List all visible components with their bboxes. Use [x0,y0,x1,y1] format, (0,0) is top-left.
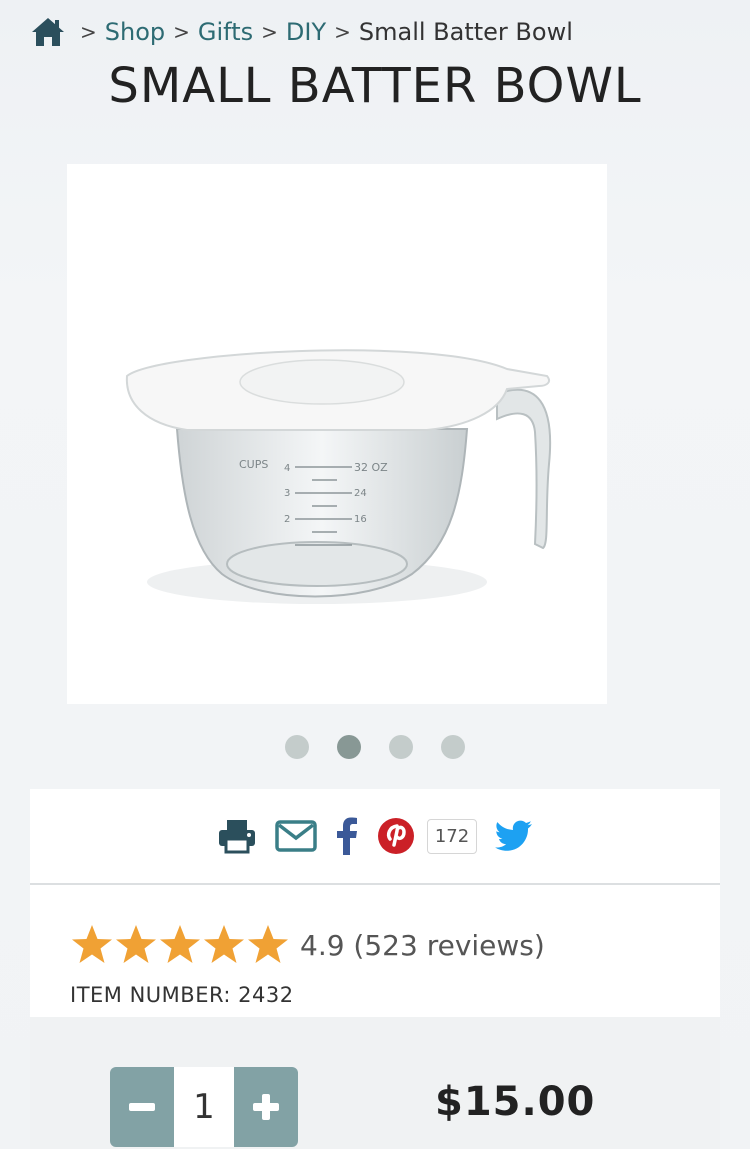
purchase-area: $15.00 [30,1017,720,1149]
carousel-dot[interactable] [285,735,309,759]
breadcrumb-separator: > [173,20,190,44]
oz-mark-24: 24 [354,488,367,499]
print-icon[interactable] [217,818,257,854]
oz-mark-16: 16 [354,514,367,525]
plus-icon [253,1094,279,1120]
carousel-dot-active[interactable] [337,735,361,759]
carousel-dots [0,735,750,759]
product-info: 4.9 (523 reviews) ITEM NUMBER: 2432 [30,885,720,1017]
quantity-stepper [110,1067,298,1147]
star-icon [160,925,200,963]
carousel-dot[interactable] [389,735,413,759]
star-icon [248,925,288,963]
breadcrumb-current: Small Batter Bowl [358,18,573,46]
breadcrumb-gifts-link[interactable]: Gifts [198,18,253,46]
cup-mark-4: 4 [284,463,290,474]
cup-mark-3: 3 [284,488,290,499]
email-icon[interactable] [275,819,317,853]
star-icon [116,925,156,963]
cups-label: CUPS [239,458,268,471]
pin-count: 172 [426,818,478,854]
star-icon [204,925,244,963]
breadcrumb: > Shop > Gifts > DIY > Small Batter Bowl [30,12,573,52]
page-title: SMALL BATTER BOWL [108,58,642,114]
rating-text[interactable]: 4.9 (523 reviews) [300,929,545,962]
star-icon [72,925,112,963]
pinterest-icon[interactable] [377,817,415,855]
minus-icon [129,1103,155,1111]
price: $15.00 [435,1079,596,1125]
product-image[interactable]: CUPS 4 3 2 32 OZ 24 16 [67,164,607,704]
breadcrumb-separator: > [80,20,97,44]
increase-quantity-button[interactable] [234,1067,298,1147]
carousel-dot[interactable] [441,735,465,759]
star-rating [70,923,290,967]
breadcrumb-separator: > [334,20,351,44]
twitter-icon[interactable] [495,820,533,852]
share-bar: 172 [30,789,720,885]
cup-mark-2: 2 [284,514,290,525]
batter-bowl-illustration: CUPS 4 3 2 32 OZ 24 16 [125,349,552,604]
breadcrumb-separator: > [261,20,278,44]
oz-mark-32: 32 OZ [354,461,388,474]
breadcrumb-shop-link[interactable]: Shop [105,18,165,46]
facebook-icon[interactable] [335,817,359,855]
decrease-quantity-button[interactable] [110,1067,174,1147]
breadcrumb-diy-link[interactable]: DIY [286,18,326,46]
quantity-input[interactable] [174,1067,234,1147]
rating: 4.9 (523 reviews) [70,923,545,967]
home-icon[interactable] [30,16,66,48]
item-number: ITEM NUMBER: 2432 [70,983,294,1007]
